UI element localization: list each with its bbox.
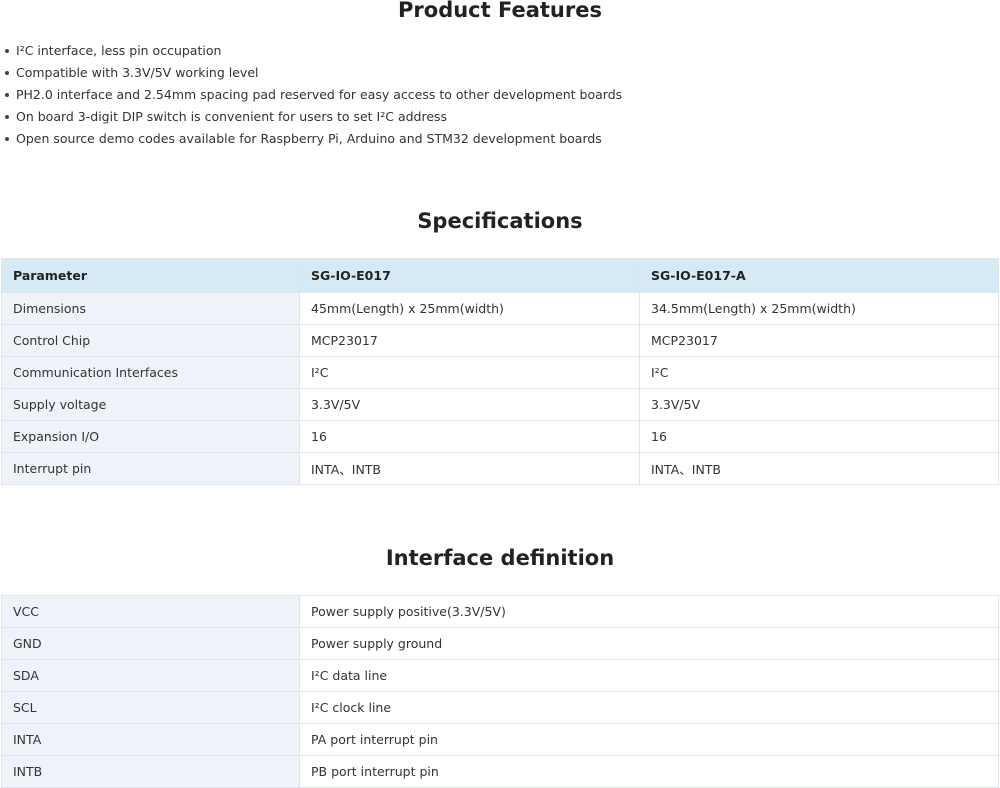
pin-name-cell: GND bbox=[1, 627, 300, 660]
pin-name-cell: INTB bbox=[1, 755, 300, 788]
pin-name-cell: SDA bbox=[1, 659, 300, 692]
column-header-sg-io-e017: SG-IO-E017 bbox=[299, 258, 640, 293]
value-cell: 34.5mm(Length) x 25mm(width) bbox=[639, 292, 999, 325]
value-cell: 45mm(Length) x 25mm(width) bbox=[299, 292, 640, 325]
value-cell: 16 bbox=[639, 420, 999, 453]
pin-name-cell: SCL bbox=[1, 691, 300, 724]
parameter-cell: Communication Interfaces bbox=[1, 356, 300, 389]
value-cell: INTA、INTB bbox=[299, 452, 640, 485]
parameter-cell: Dimensions bbox=[1, 292, 300, 325]
product-features-heading: Product Features bbox=[398, 0, 602, 22]
pin-name-cell: VCC bbox=[1, 595, 300, 628]
interface-definition-heading: Interface definition bbox=[385, 546, 615, 570]
table-row: SCL I²C clock line bbox=[1, 691, 999, 724]
pin-description-cell: Power supply positive(3.3V/5V) bbox=[299, 595, 999, 628]
table-row: VCC Power supply positive(3.3V/5V) bbox=[1, 595, 999, 628]
table-row: Communication Interfaces I²C I²C bbox=[1, 356, 999, 389]
interface-definition-table: VCC Power supply positive(3.3V/5V) GND P… bbox=[1, 595, 999, 788]
feature-list: I²C interface, less pin occupation Compa… bbox=[0, 40, 996, 150]
parameter-cell: Control Chip bbox=[1, 324, 300, 357]
table-row: Control Chip MCP23017 MCP23017 bbox=[1, 324, 999, 357]
table-row: Dimensions 45mm(Length) x 25mm(width) 34… bbox=[1, 292, 999, 325]
column-header-parameter: Parameter bbox=[1, 258, 300, 293]
pin-description-cell: Power supply ground bbox=[299, 627, 999, 660]
specifications-heading: Specifications bbox=[417, 209, 583, 233]
feature-item: Compatible with 3.3V/5V working level bbox=[5, 62, 996, 84]
table-row: INTB PB port interrupt pin bbox=[1, 755, 999, 788]
value-cell: I²C bbox=[639, 356, 999, 389]
pin-name-cell: INTA bbox=[1, 723, 300, 756]
feature-item: I²C interface, less pin occupation bbox=[5, 40, 996, 62]
value-cell: 16 bbox=[299, 420, 640, 453]
value-cell: 3.3V/5V bbox=[639, 388, 999, 421]
table-row: Interrupt pin INTA、INTB INTA、INTB bbox=[1, 452, 999, 485]
feature-item: Open source demo codes available for Ras… bbox=[5, 128, 996, 150]
pin-description-cell: PB port interrupt pin bbox=[299, 755, 999, 788]
pin-description-cell: I²C data line bbox=[299, 659, 999, 692]
table-row: INTA PA port interrupt pin bbox=[1, 723, 999, 756]
table-header-row: Parameter SG-IO-E017 SG-IO-E017-A bbox=[1, 258, 999, 293]
table-row: SDA I²C data line bbox=[1, 659, 999, 692]
table-row: Expansion I/O 16 16 bbox=[1, 420, 999, 453]
parameter-cell: Supply voltage bbox=[1, 388, 300, 421]
value-cell: MCP23017 bbox=[639, 324, 999, 357]
value-cell: MCP23017 bbox=[299, 324, 640, 357]
feature-item: PH2.0 interface and 2.54mm spacing pad r… bbox=[5, 84, 996, 106]
pin-description-cell: PA port interrupt pin bbox=[299, 723, 999, 756]
value-cell: 3.3V/5V bbox=[299, 388, 640, 421]
specifications-table: Parameter SG-IO-E017 SG-IO-E017-A Dimens… bbox=[1, 258, 999, 485]
value-cell: INTA、INTB bbox=[639, 452, 999, 485]
pin-description-cell: I²C clock line bbox=[299, 691, 999, 724]
table-row: Supply voltage 3.3V/5V 3.3V/5V bbox=[1, 388, 999, 421]
parameter-cell: Expansion I/O bbox=[1, 420, 300, 453]
feature-item: On board 3-digit DIP switch is convenien… bbox=[5, 106, 996, 128]
table-row: GND Power supply ground bbox=[1, 627, 999, 660]
parameter-cell: Interrupt pin bbox=[1, 452, 300, 485]
value-cell: I²C bbox=[299, 356, 640, 389]
column-header-sg-io-e017-a: SG-IO-E017-A bbox=[639, 258, 999, 293]
